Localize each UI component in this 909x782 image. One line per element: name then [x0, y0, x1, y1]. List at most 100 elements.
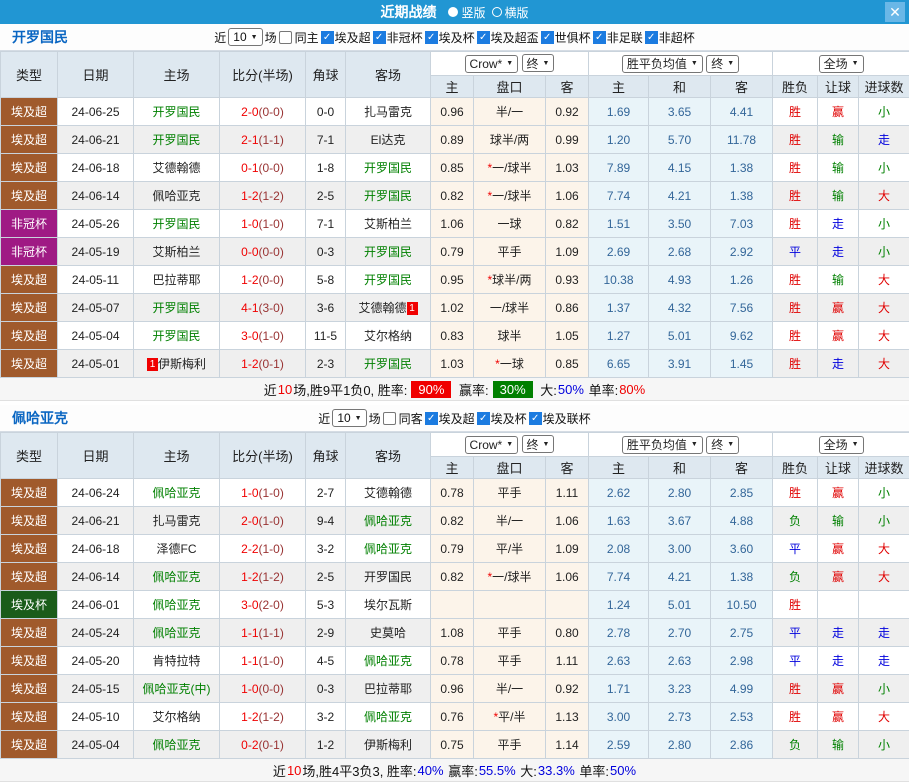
matches-table: 类型日期主场比分(半场)角球客场Crow*▼ 终▼胜平负均值▼ 终▼全场▼主盘口… — [0, 51, 909, 378]
summary-part: 90% — [411, 381, 451, 398]
odds-home-cell: 0.96 — [431, 675, 474, 703]
league-checkbox[interactable]: ✓非冠杯 — [373, 29, 423, 46]
result-cell: 负 — [773, 563, 818, 591]
avg-time-select[interactable]: 终▼ — [706, 55, 739, 73]
odds-time-select[interactable]: 终▼ — [522, 54, 555, 72]
odds-away-cell: 1.09 — [546, 535, 589, 563]
same-venue-checkbox[interactable]: 同主 — [279, 29, 319, 46]
odds-home-cell: 1.06 — [431, 210, 474, 238]
team-label: 佩哈亚克 — [152, 486, 200, 500]
avg-away-cell: 4.41 — [711, 98, 773, 126]
date-cell: 24-05-11 — [58, 266, 134, 294]
league-checkbox[interactable]: ✓世俱杯 — [541, 29, 591, 46]
checkbox-label: 非足联 — [607, 29, 643, 46]
halftime-score: (0-1) — [259, 357, 284, 371]
away-team-cell: 佩哈亚克 — [346, 647, 431, 675]
match-row: 非冠杯24-05-19艾斯柏兰0-0(0-0)0-3开罗国民0.79平手1.09… — [1, 238, 909, 266]
match-row: 埃及超24-06-25开罗国民2-0(0-0)0-0扎马雷克0.96半/一0.9… — [1, 98, 909, 126]
match-row: 埃及超24-05-15佩哈亚克(中)1-0(0-0)0-3巴拉蒂耶0.96半/一… — [1, 675, 909, 703]
title-bar: 近期战绩 竖版横版 ✕ — [0, 0, 909, 24]
near-label: 近 — [214, 29, 226, 46]
handicap-result-cell: 走 — [818, 238, 859, 266]
period-select[interactable]: 全场▼ — [819, 436, 864, 454]
league-checkbox[interactable]: ✓埃及超 — [321, 29, 371, 46]
handicap-line-cell: *平/半 — [474, 703, 546, 731]
match-row: 埃及超24-05-04开罗国民3-0(1-0)11-5艾尔格纳0.83球半1.0… — [1, 322, 909, 350]
checkbox-label: 世俱杯 — [555, 29, 591, 46]
summary-part: 场,胜9平1负0, 胜率: — [293, 380, 407, 399]
sub-column-header: 盘口 — [474, 457, 546, 479]
same-venue-checkbox[interactable]: 同客 — [383, 410, 423, 427]
column-header: 主场 — [134, 52, 220, 98]
sub-column-header: 胜负 — [773, 76, 818, 98]
matches-label: 场 — [265, 29, 277, 46]
league-checkbox[interactable]: ✓埃及联杯 — [529, 410, 591, 427]
fulltime-score: 3-0 — [241, 329, 258, 343]
select-value: Crow* — [470, 57, 503, 71]
away-team-cell: 佩哈亚克 — [346, 703, 431, 731]
team-label: 开罗国民 — [364, 189, 412, 203]
handicap-result-cell: 输 — [818, 266, 859, 294]
summary-part: 55.5% — [479, 763, 516, 778]
goals-result-cell: 大 — [859, 266, 909, 294]
type-cell: 埃及超 — [1, 703, 58, 731]
sub-column-header: 客 — [546, 76, 589, 98]
layout-radio-selected[interactable]: 竖版 — [448, 4, 485, 21]
odds-time-select[interactable]: 终▼ — [522, 435, 555, 453]
avg-odds-select[interactable]: 胜平负均值▼ — [622, 436, 703, 454]
handicap-result-cell: 赢 — [818, 479, 859, 507]
match-count-select[interactable]: 10▼ — [228, 28, 262, 46]
avg-draw-cell: 3.23 — [649, 675, 711, 703]
result-cell: 胜 — [773, 675, 818, 703]
type-cell: 埃及超 — [1, 182, 58, 210]
avg-odds-select[interactable]: 胜平负均值▼ — [622, 55, 703, 73]
fulltime-score: 3-0 — [241, 598, 258, 612]
period-select[interactable]: 全场▼ — [819, 55, 864, 73]
league-checkbox[interactable]: ✓非超杯 — [645, 29, 695, 46]
date-cell: 24-05-04 — [58, 322, 134, 350]
handicap-line-cell: *一/球半 — [474, 154, 546, 182]
layout-radio-unselected[interactable]: 横版 — [492, 4, 529, 21]
line-label: 一球 — [500, 357, 524, 371]
match-row: 埃及超24-05-011伊斯梅利1-2(0-1)2-3开罗国民1.03*一球0.… — [1, 350, 909, 378]
match-count-select[interactable]: 10▼ — [332, 409, 366, 427]
period-select-cell: 全场▼ — [773, 433, 909, 457]
goals-result-cell: 大 — [859, 322, 909, 350]
column-header: 客场 — [346, 433, 431, 479]
table-head: 类型日期主场比分(半场)角球客场Crow*▼ 终▼胜平负均值▼ 终▼全场▼主盘口… — [1, 433, 909, 479]
league-checkbox[interactable]: ✓埃及超盃 — [477, 29, 539, 46]
handicap-line-cell: 平手 — [474, 619, 546, 647]
league-checkbox[interactable]: ✓埃及杯 — [425, 29, 475, 46]
filter-row: 佩哈亚克 近10▼场同客✓埃及超✓埃及杯✓埃及联杯 — [0, 405, 909, 432]
checkbox-unchecked-icon — [383, 412, 396, 425]
team-label: 佩哈亚克 — [152, 598, 200, 612]
avg-draw-cell: 4.93 — [649, 266, 711, 294]
avg-time-select[interactable]: 终▼ — [706, 436, 739, 454]
close-button[interactable]: ✕ — [885, 2, 905, 22]
period-select-cell: 全场▼ — [773, 52, 909, 76]
type-cell: 埃及超 — [1, 350, 58, 378]
checkbox-label: 埃及联杯 — [543, 410, 591, 427]
avg-away-cell: 9.62 — [711, 322, 773, 350]
summary-part: 10 — [278, 382, 292, 397]
bookmaker-select[interactable]: Crow*▼ — [465, 436, 519, 454]
odds-home-cell: 0.76 — [431, 703, 474, 731]
date-cell: 24-06-25 — [58, 98, 134, 126]
home-team-cell: 泽德FC — [134, 535, 220, 563]
league-checkbox[interactable]: ✓非足联 — [593, 29, 643, 46]
date-cell: 24-05-24 — [58, 619, 134, 647]
team-label: 开罗国民 — [364, 570, 412, 584]
league-checkbox[interactable]: ✓埃及超 — [425, 410, 475, 427]
avg-away-cell: 4.88 — [711, 507, 773, 535]
bookmaker-select[interactable]: Crow*▼ — [465, 55, 519, 73]
checkbox-checked-icon: ✓ — [541, 31, 554, 44]
handicap-result-cell — [818, 591, 859, 619]
checkbox-label: 埃及超 — [439, 410, 475, 427]
sub-column-header: 主 — [431, 457, 474, 479]
avg-home-cell: 7.74 — [589, 563, 649, 591]
corners-cell: 1-8 — [306, 154, 346, 182]
sub-column-header: 主 — [431, 76, 474, 98]
column-header: 比分(半场) — [220, 433, 306, 479]
checkbox-checked-icon: ✓ — [593, 31, 606, 44]
league-checkbox[interactable]: ✓埃及杯 — [477, 410, 527, 427]
